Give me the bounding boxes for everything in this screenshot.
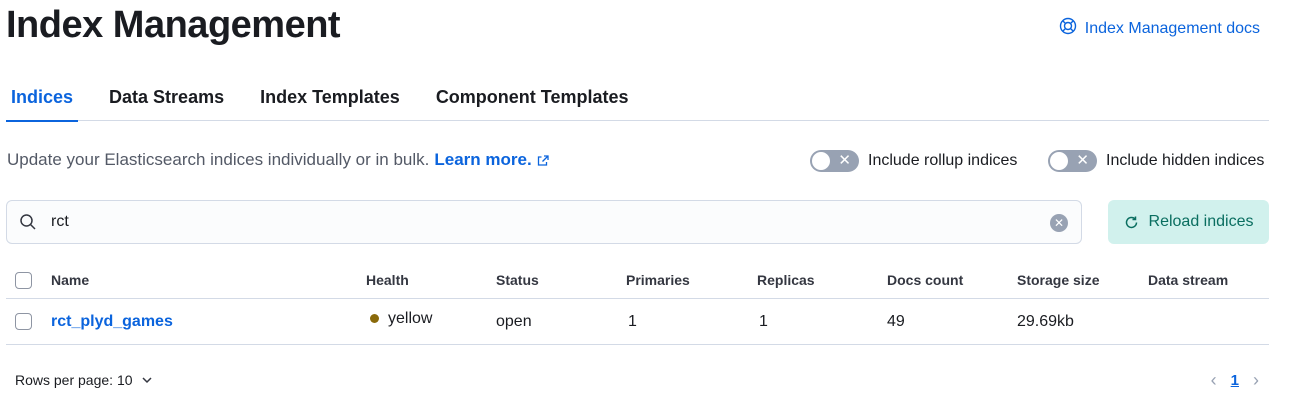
replicas-cell: 1 <box>759 312 768 330</box>
hidden-toggle-label: Include hidden indices <box>1106 152 1265 169</box>
page-number[interactable]: 1 <box>1231 372 1239 389</box>
learn-more-link[interactable]: Learn more. <box>434 150 549 170</box>
refresh-icon <box>1125 216 1137 228</box>
tab-bar: Indices Data Streams Index Templates Com… <box>6 76 1269 122</box>
indices-table: Name Health Status Primaries Replicas Do… <box>6 262 1269 345</box>
index-name-link[interactable]: rct_plyd_games <box>51 299 173 344</box>
reload-indices-label: Reload indices <box>1148 213 1254 230</box>
page-title: Index Management <box>6 4 341 46</box>
rollup-toggle-label: Include rollup indices <box>868 152 1018 169</box>
docs-count-cell: 49 <box>887 312 905 330</box>
search-bar: ✕ <box>6 200 1082 244</box>
status-cell: open <box>496 312 532 330</box>
search-input[interactable] <box>51 213 1011 231</box>
toggle-knob <box>811 151 831 171</box>
rows-per-page-label: Rows per page: 10 <box>15 372 133 388</box>
health-cell: yellow <box>370 296 432 341</box>
storage-size-cell: 29.69kb <box>1017 312 1074 330</box>
external-link-icon <box>537 154 549 166</box>
table-row: rct_plyd_games yellow open 1 1 49 29.69k… <box>6 299 1269 345</box>
docs-link-label: Index Management docs <box>1084 19 1260 37</box>
rows-per-page-select[interactable]: Rows per page: 10 <box>15 372 153 388</box>
tab-index-templates[interactable]: Index Templates <box>255 76 405 121</box>
rollup-toggle-group: ✕ Include rollup indices <box>810 150 1017 172</box>
learn-more-label: Learn more. <box>434 150 532 169</box>
reload-indices-button[interactable]: Reload indices <box>1108 200 1269 244</box>
close-icon: ✕ <box>1076 152 1089 169</box>
column-header-name[interactable]: Name <box>51 262 89 298</box>
tab-indices[interactable]: Indices <box>6 76 79 122</box>
health-value: yellow <box>388 309 433 327</box>
row-checkbox[interactable] <box>15 313 32 330</box>
docs-link[interactable]: Index Management docs <box>1059 17 1260 40</box>
rollup-toggle[interactable]: ✕ <box>810 150 859 172</box>
close-icon: ✕ <box>838 152 851 169</box>
health-dot-icon <box>370 314 379 323</box>
select-all-checkbox[interactable] <box>15 271 32 289</box>
column-header-replicas[interactable]: Replicas <box>757 262 815 298</box>
tab-component-templates[interactable]: Component Templates <box>431 76 634 121</box>
toggle-knob <box>1049 151 1069 171</box>
hidden-toggle-group: ✕ Include hidden indices <box>1048 150 1264 172</box>
pagination: ‹ 1 › <box>1211 370 1259 391</box>
column-header-health[interactable]: Health <box>366 262 409 298</box>
column-header-storage-size[interactable]: Storage size <box>1017 262 1099 298</box>
search-icon <box>20 214 36 230</box>
column-header-status[interactable]: Status <box>496 262 539 298</box>
hidden-toggle[interactable]: ✕ <box>1048 150 1097 172</box>
column-header-data-stream[interactable]: Data stream <box>1148 262 1228 298</box>
clear-search-icon[interactable]: ✕ <box>1050 214 1068 232</box>
chevron-left-icon[interactable]: ‹ <box>1211 370 1217 391</box>
lifebuoy-icon <box>1059 17 1077 40</box>
chevron-down-icon <box>142 377 152 384</box>
primaries-cell: 1 <box>628 312 637 330</box>
column-header-primaries[interactable]: Primaries <box>626 262 690 298</box>
page-description: Update your Elasticsearch indices indivi… <box>7 150 550 170</box>
description-text: Update your Elasticsearch indices indivi… <box>7 150 430 169</box>
column-header-docs-count[interactable]: Docs count <box>887 262 963 298</box>
table-header-row: Name Health Status Primaries Replicas Do… <box>6 262 1269 299</box>
chevron-right-icon[interactable]: › <box>1253 370 1259 391</box>
tab-data-streams[interactable]: Data Streams <box>104 76 229 121</box>
